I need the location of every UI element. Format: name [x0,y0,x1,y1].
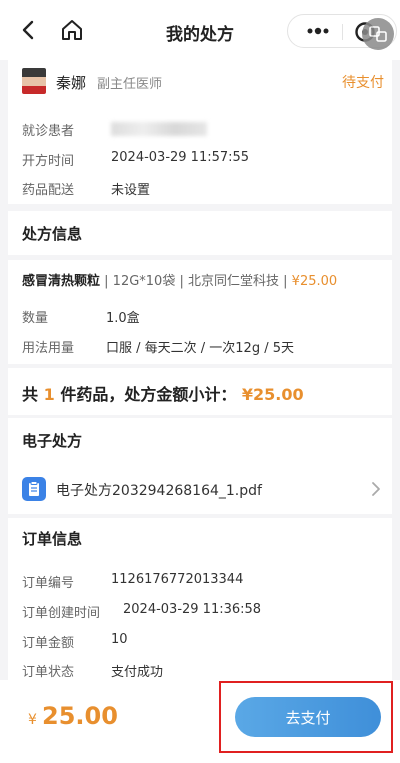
section-title: 处方信息 [22,225,83,243]
info-value: 口服 / 每天二次 / 一次12g / 5天 [106,341,294,356]
pdf-file-row[interactable]: 电子处方203294268164_1.pdf [8,471,392,511]
info-label: 订单编号 [22,576,75,591]
prescription-header: 处方信息 [8,211,392,255]
info-value: 1126176772013344 [111,572,244,587]
info-label: 开方时间 [22,154,75,169]
info-row-time: 开方时间 2024-03-29 11:57:55 [8,150,392,172]
section-title: 电子处方 [22,432,83,450]
avatar [22,68,46,94]
info-label: 数量 [22,311,49,326]
patient-name-redacted [111,122,207,136]
status-badge: 待支付 [342,75,384,91]
info-label: 订单创建时间 [22,606,101,621]
drug-price: ¥25.00 [291,274,338,289]
order-card: 订单信息 订单编号 1126176772013344 订单创建时间 2024-0… [8,518,392,683]
info-value: 10 [111,632,128,647]
nav-header: 我的处方 [0,0,400,60]
drug-line: 感冒清热颗粒 | 12G*10袋 | 北京同仁堂科技 | ¥25.00 [22,274,338,289]
info-row-order-no: 订单编号 1126176772013344 [8,572,392,594]
summary-card: 共 1 件药品，处方金额小计： ¥25.00 [8,368,392,415]
drug-name: 感冒清热颗粒 [22,274,101,289]
summary-amount: ¥25.00 [241,385,304,404]
total-amount: ¥ 25.00 [28,702,118,730]
pdf-file-name[interactable]: 电子处方203294268164_1.pdf [56,480,262,500]
info-value: 2024-03-29 11:36:58 [123,602,262,617]
info-label: 就诊患者 [22,124,75,139]
drug-card: 感冒清热颗粒 | 12G*10袋 | 北京同仁堂科技 | ¥25.00 数量 1… [8,260,392,364]
info-row-patient: 就诊患者 [8,120,392,142]
info-row-quantity: 数量 1.0盒 [8,307,392,329]
info-label: 订单金额 [22,636,75,651]
file-icon [22,477,46,501]
capsule-divider [342,24,343,40]
info-row-order-time: 订单创建时间 2024-03-29 11:36:58 [8,602,392,624]
doctor-card: 秦娜 副主任医师 待支付 就诊患者 开方时间 2024-03-29 11:57:… [8,60,392,204]
summary-prefix: 共 [22,385,39,404]
drug-maker: 北京同仁堂科技 [188,274,280,289]
total-value: 25.00 [42,702,118,730]
translate-button[interactable] [362,18,394,50]
info-label: 药品配送 [22,183,75,198]
doctor-title: 副主任医师 [97,77,163,92]
chevron-right-icon [372,482,380,496]
e-prescription-card: 电子处方 电子处方203294268164_1.pdf [8,418,392,514]
doctor-row: 秦娜 副主任医师 待支付 [8,60,392,108]
info-row-order-amount: 订单金额 10 [8,632,392,654]
info-row-usage: 用法用量 口服 / 每天二次 / 一次12g / 5天 [8,337,392,359]
info-label: 用法用量 [22,341,75,356]
drug-spec: 12G*10袋 [112,274,176,289]
info-label: 订单状态 [22,665,75,680]
translate-icon [369,26,387,42]
info-value: 支付成功 [111,665,164,680]
info-row-delivery: 药品配送 未设置 [8,179,392,201]
prescription-summary: 共 1 件药品，处方金额小计： ¥25.00 [22,381,304,405]
currency-symbol: ¥ [28,712,37,728]
info-value: 1.0盒 [106,311,140,326]
pay-button[interactable]: 去支付 [235,697,381,737]
summary-count: 1 [43,385,55,404]
info-value: 未设置 [111,183,151,198]
summary-mid: 件药品，处方金额小计： [60,385,237,404]
more-icon[interactable] [304,24,332,38]
section-title: 订单信息 [22,530,83,548]
doctor-name: 秦娜 [56,74,87,92]
info-value: 2024-03-29 11:57:55 [111,150,250,165]
